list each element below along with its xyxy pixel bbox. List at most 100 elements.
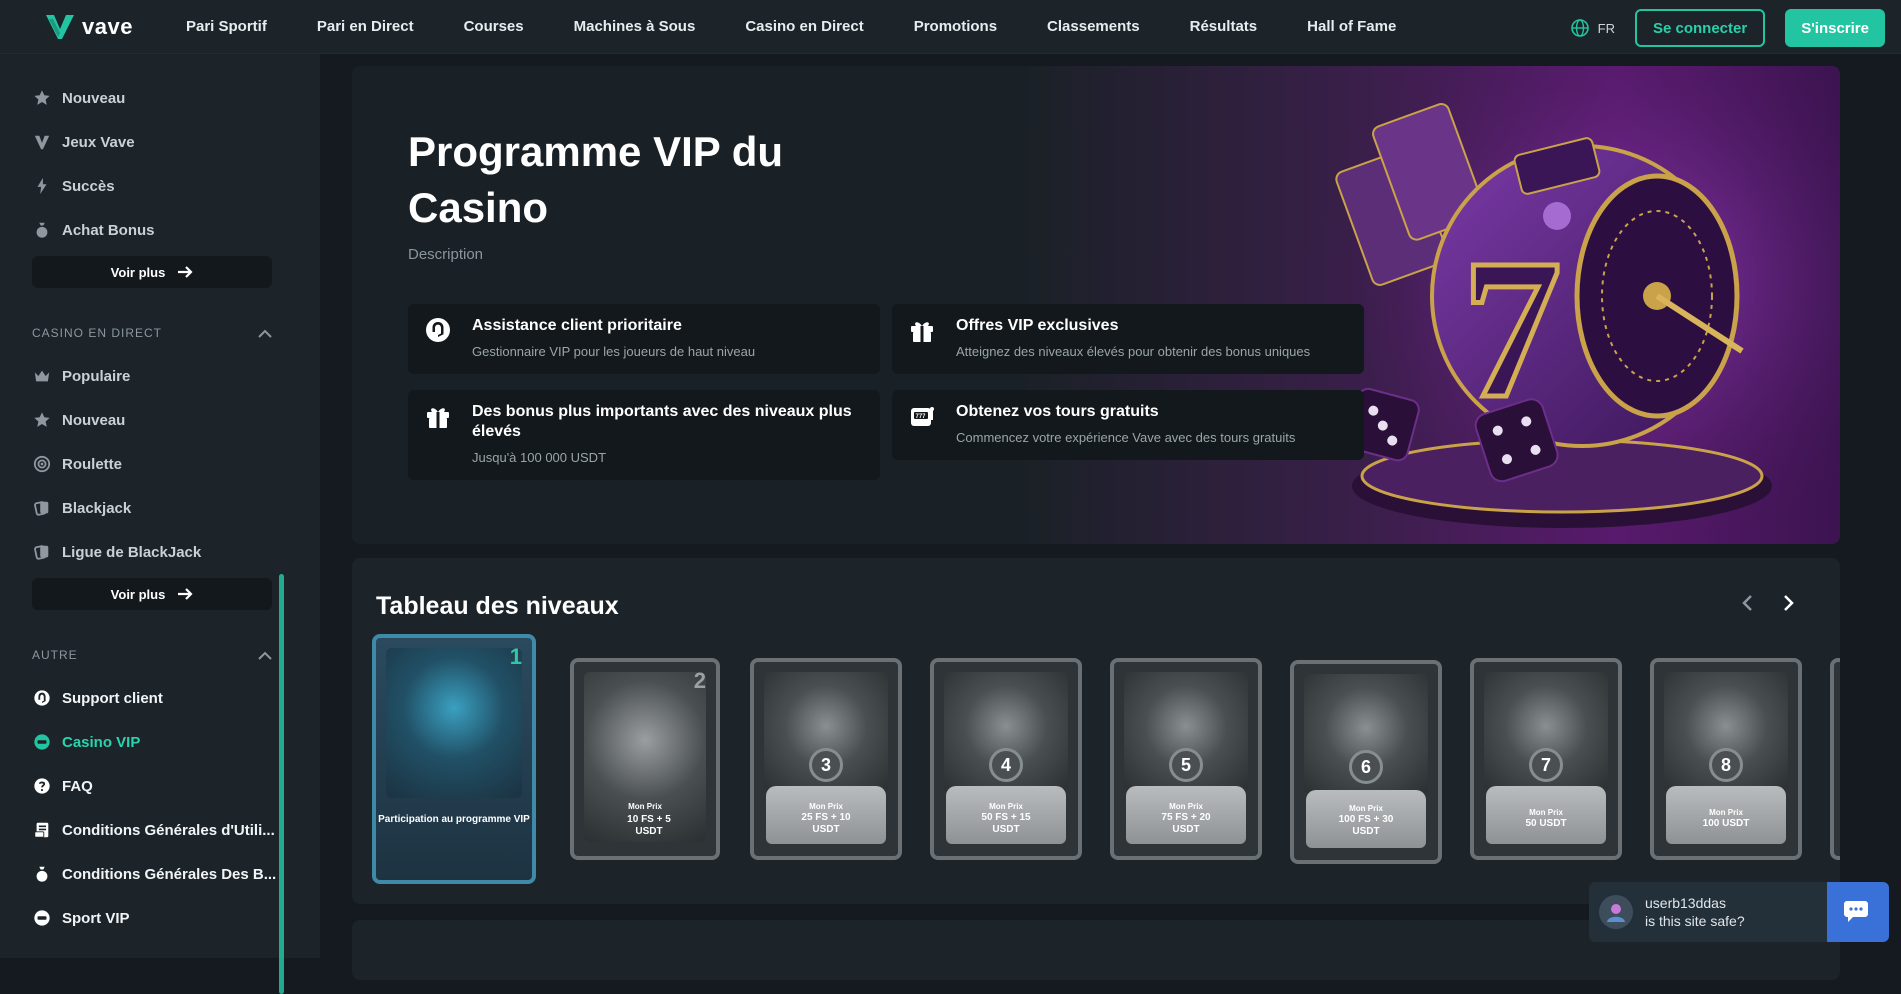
avatar — [1599, 895, 1633, 929]
sidebar-item-sport-vip[interactable]: Sport VIP — [32, 906, 130, 930]
voir-plus-button-1[interactable]: Voir plus — [32, 256, 272, 288]
level-number: 5 — [1169, 748, 1203, 782]
support-icon — [426, 318, 450, 342]
signup-button[interactable]: S'inscrire — [1785, 9, 1885, 47]
sidebar-item-nouveau-live[interactable]: Nouveau — [32, 408, 125, 432]
cards-icon — [32, 498, 52, 518]
sidebar-item-nouveau[interactable]: Nouveau — [32, 86, 125, 110]
level-card-partial[interactable] — [1830, 658, 1840, 860]
language-selector[interactable]: FR — [1570, 18, 1615, 38]
sidebar-item-label: Achat Bonus — [62, 221, 155, 239]
vave-logo-icon — [46, 14, 74, 39]
level-prize-label: Mon Prix — [989, 802, 1023, 811]
nav-pari-en-direct[interactable]: Pari en Direct — [317, 18, 414, 35]
level-prize: 100 USDT — [1702, 818, 1750, 829]
support-icon — [32, 688, 52, 708]
sidebar-item-label: Conditions Générales d'Utili... — [62, 821, 275, 839]
feature-title: Des bonus plus importants avec des nivea… — [472, 403, 852, 440]
sidebar-item-label: Sport VIP — [62, 909, 130, 927]
sidebar-item-faq[interactable]: FAQ — [32, 774, 93, 798]
levels-section: Tableau des niveaux 1 Participation au p… — [352, 558, 1840, 904]
level-prize-label: Mon Prix — [1709, 808, 1743, 817]
level-number: 6 — [1349, 750, 1383, 784]
feature-description: Gestionnaire VIP pour les joueurs de hau… — [472, 344, 756, 359]
section-casino-en-direct[interactable]: CASINO EN DIRECT — [32, 326, 272, 340]
nav-classements[interactable]: Classements — [1047, 18, 1140, 35]
sidebar-item-label: Succès — [62, 177, 115, 195]
login-button[interactable]: Se connecter — [1635, 9, 1766, 47]
level-card-2[interactable]: 2 Mon Prix 10 FS + 5 USDT — [570, 658, 720, 860]
sidebar-item-blackjack[interactable]: Blackjack — [32, 496, 131, 520]
sidebar-item-label: Blackjack — [62, 499, 132, 517]
nav-resultats[interactable]: Résultats — [1190, 18, 1258, 35]
nav-pari-sportif[interactable]: Pari Sportif — [186, 18, 267, 35]
level-card-6[interactable]: 6 Mon Prix 100 FS + 30 USDT — [1290, 660, 1442, 864]
star-icon — [32, 88, 52, 108]
feature-card-bonus: Des bonus plus importants avec des nivea… — [408, 390, 880, 480]
money-bag-icon — [32, 220, 52, 240]
chevron-up-icon — [258, 329, 272, 338]
levels-title: Tableau des niveaux — [376, 592, 619, 620]
arrow-right-icon — [178, 588, 193, 600]
vip-icon — [32, 732, 52, 752]
carousel-next-button[interactable] — [1774, 588, 1804, 618]
level-prize: Participation au programme VIP — [378, 814, 530, 825]
level-card-7[interactable]: 7 Mon Prix 50 USDT — [1470, 658, 1622, 860]
nav-promotions[interactable]: Promotions — [914, 18, 997, 35]
feature-card-assistance: Assistance client prioritaire Gestionnai… — [408, 304, 880, 374]
level-card-5[interactable]: 5 Mon Prix 75 FS + 20 USDT — [1110, 658, 1262, 860]
level-prize: 10 FS + 5 USDT — [627, 814, 671, 837]
sidebar-item-cg-bonus[interactable]: Conditions Générales Des B... — [32, 862, 276, 886]
chat-preview: userb13ddas is this site safe? — [1645, 894, 1815, 930]
feature-card-offres: Offres VIP exclusives Atteignez des nive… — [892, 304, 1364, 374]
level-prize: 25 FS + 10 USDT — [801, 812, 851, 835]
level-number: 7 — [1529, 748, 1563, 782]
sidebar-item-support-client[interactable]: Support client — [32, 686, 163, 710]
chat-widget[interactable]: userb13ddas is this site safe? — [1589, 882, 1889, 942]
vave-logo[interactable]: vave — [44, 13, 186, 41]
nav-casino-en-direct[interactable]: Casino en Direct — [745, 18, 863, 35]
vave-icon — [32, 132, 52, 152]
question-icon — [32, 776, 52, 796]
level-card-8[interactable]: 8 Mon Prix 100 USDT — [1650, 658, 1802, 860]
level-card-1[interactable]: 1 Participation au programme VIP — [372, 634, 536, 884]
sidebar-item-succes[interactable]: Succès — [32, 174, 115, 198]
level-card-3[interactable]: 3 Mon Prix 25 FS + 10 USDT — [750, 658, 902, 860]
feature-description: Atteignez des niveaux élevés pour obteni… — [956, 344, 1311, 359]
sidebar-item-label: Jeux Vave — [62, 133, 135, 151]
feature-title: Obtenez vos tours gratuits — [956, 403, 1159, 420]
document-icon — [32, 820, 52, 840]
sidebar-item-ligue-blackjack[interactable]: Ligue de BlackJack — [32, 540, 201, 564]
nav-courses[interactable]: Courses — [464, 18, 524, 35]
nav-hall-of-fame[interactable]: Hall of Fame — [1307, 18, 1396, 35]
level-card-4[interactable]: 4 Mon Prix 50 FS + 15 USDT — [930, 658, 1082, 860]
carousel-prev-button[interactable] — [1732, 588, 1762, 618]
sidebar-item-populaire[interactable]: Populaire — [32, 364, 130, 388]
nav-machines-a-sous[interactable]: Machines à Sous — [574, 18, 696, 35]
gift-icon — [911, 322, 933, 342]
sidebar-item-cgu[interactable]: Conditions Générales d'Utili... — [32, 818, 275, 842]
gift-icon — [427, 408, 449, 428]
chevron-up-icon — [258, 651, 272, 660]
sidebar-scrollbar[interactable] — [279, 574, 284, 994]
sidebar-item-achat-bonus[interactable]: Achat Bonus — [32, 218, 155, 242]
sidebar-item-jeux-vave[interactable]: Jeux Vave — [32, 130, 135, 154]
open-chat-button[interactable] — [1827, 882, 1889, 942]
section-title: AUTRE — [32, 648, 78, 662]
feature-description: Commencez votre expérience Vave avec des… — [956, 430, 1296, 445]
user-avatar-icon — [1607, 904, 1625, 922]
voir-plus-button-2[interactable]: Voir plus — [32, 578, 272, 610]
sidebar-item-casino-vip[interactable]: Casino VIP — [32, 730, 140, 754]
sidebar-item-label: Casino VIP — [62, 733, 141, 751]
level-prize-label: Mon Prix — [809, 802, 843, 811]
chat-username: userb13ddas — [1645, 895, 1726, 911]
section-autre[interactable]: AUTRE — [32, 648, 272, 662]
sidebar: Nouveau Jeux Vave Succès Achat Bonus Voi… — [0, 54, 320, 994]
money-bag-icon — [32, 864, 52, 884]
sidebar-item-roulette[interactable]: Roulette — [32, 452, 122, 476]
globe-icon — [1570, 19, 1589, 37]
sidebar-item-label: Ligue de BlackJack — [62, 543, 202, 561]
chat-bubble-icon — [1844, 901, 1868, 922]
sidebar-item-label: Nouveau — [62, 411, 126, 429]
level-prize: 50 FS + 15 USDT — [981, 812, 1031, 835]
